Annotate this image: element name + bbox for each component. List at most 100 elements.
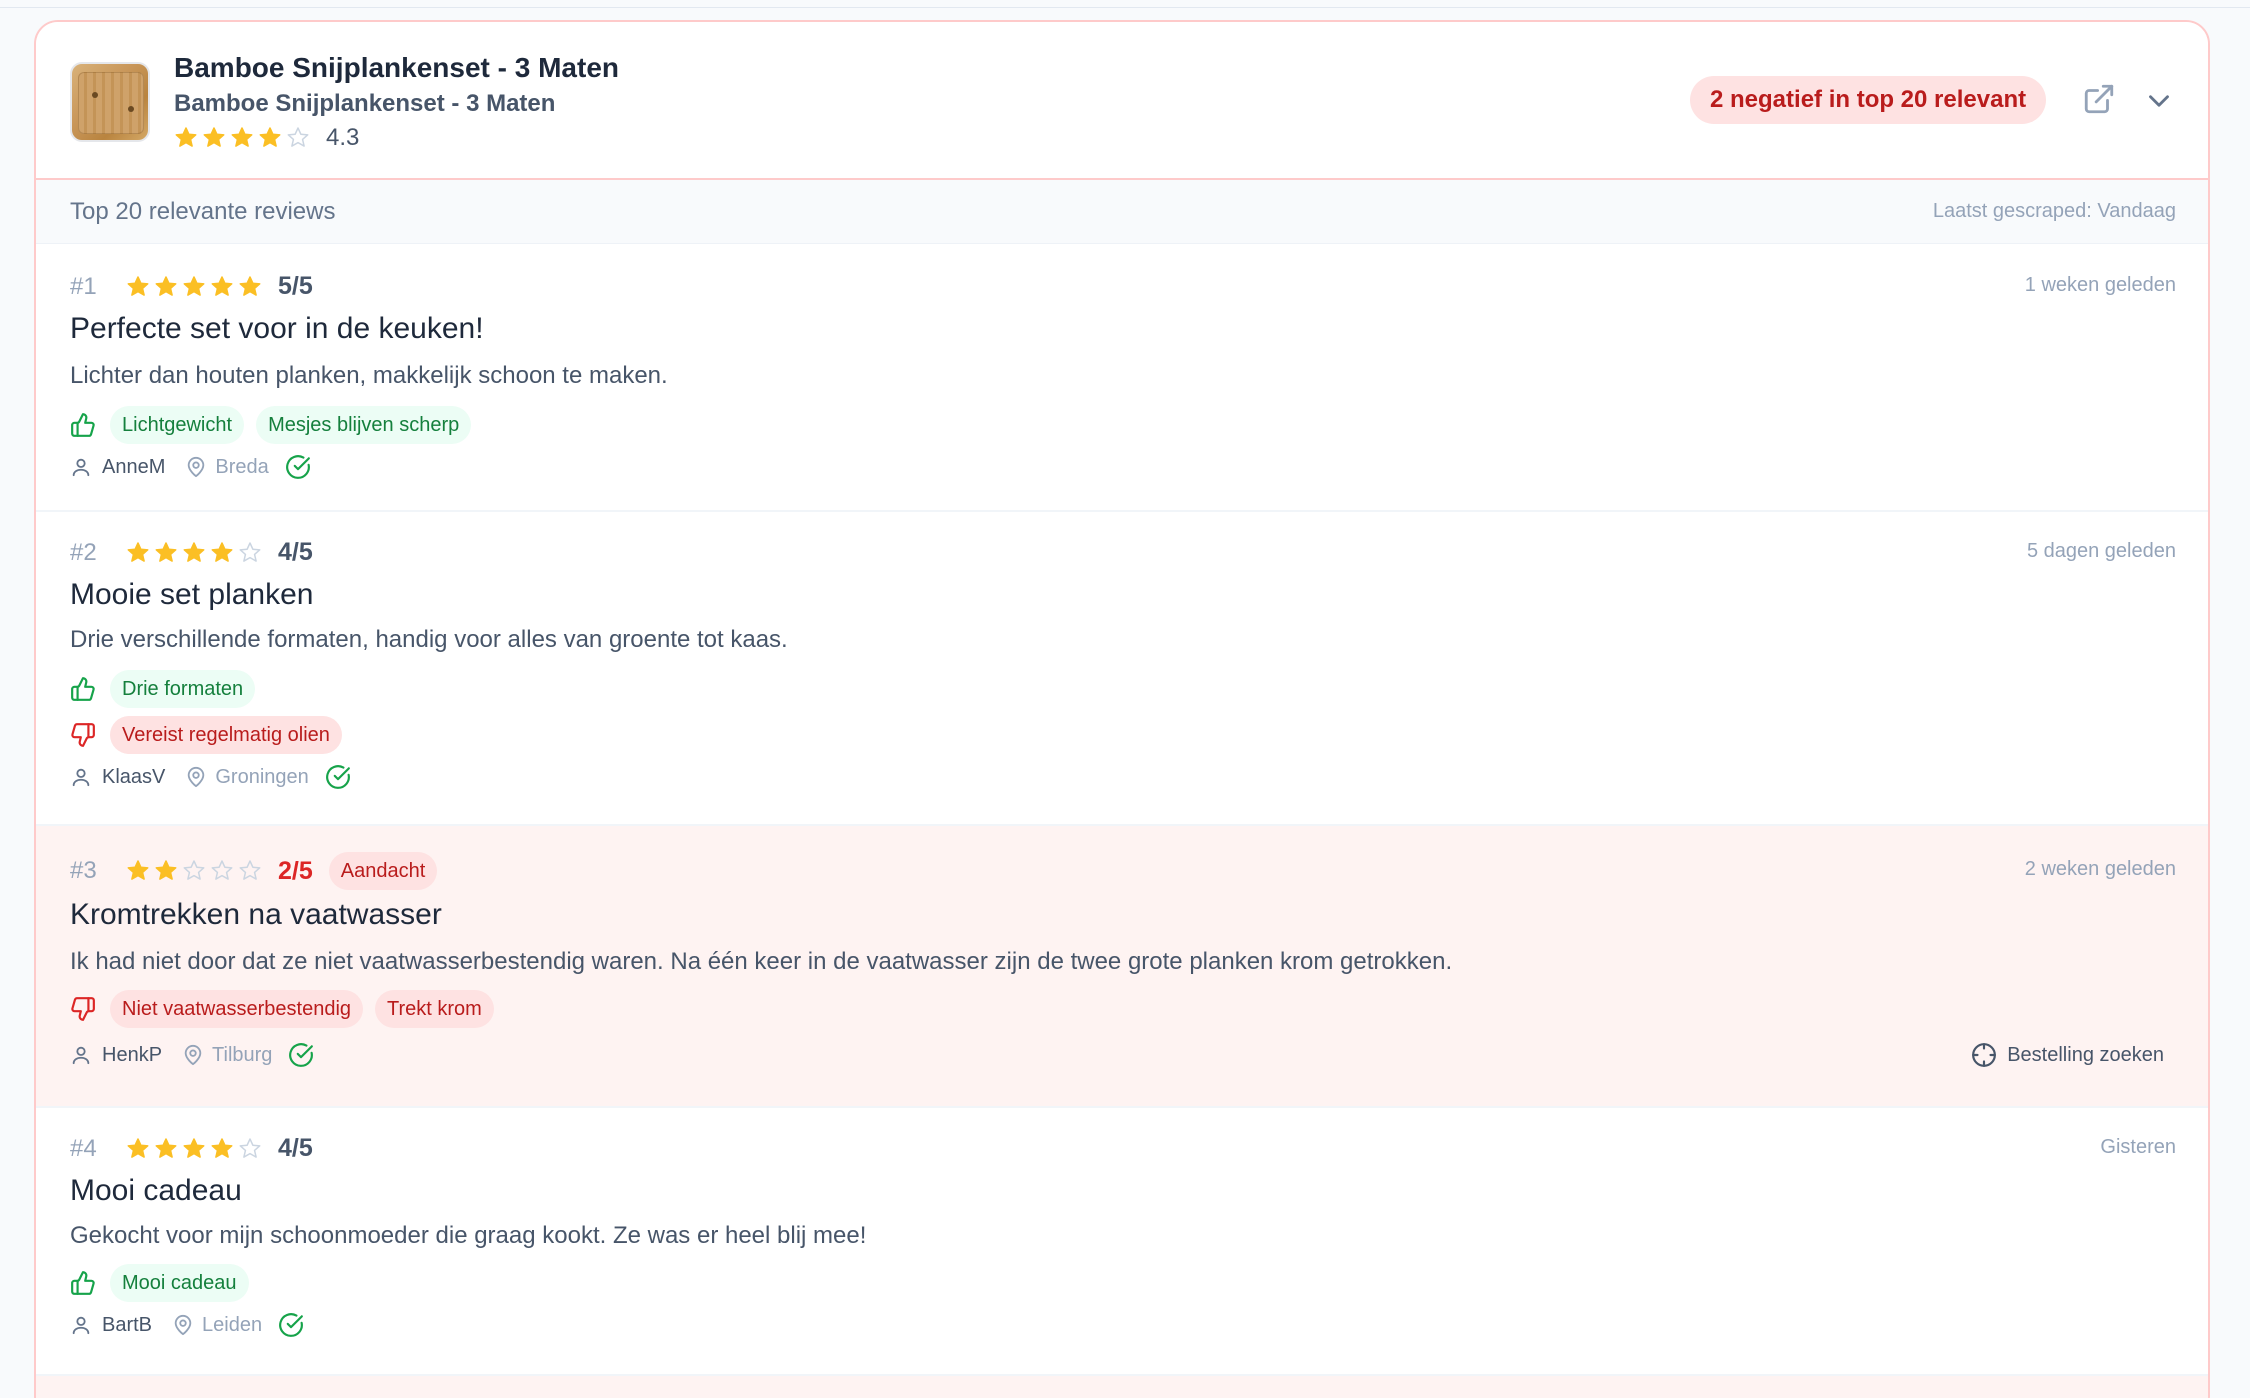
cons-row: Vereist regelmatig olien (70, 716, 342, 754)
review-time: Gisteren (2100, 1136, 2176, 1158)
reviews-section-title: Top 20 relevante reviews (70, 198, 336, 225)
review-item: #4 4/5 Gisteren Mooi cadeau Gekocht voor… (36, 1108, 2208, 1376)
star-filled-icon (127, 275, 149, 296)
star-empty-icon (239, 1137, 261, 1158)
review-meta: BartB Leiden (70, 1312, 304, 1338)
product-subtitle: Bamboe Snijplankenset - 3 Maten (174, 90, 556, 117)
review-score: 4/5 (278, 1134, 313, 1162)
verified-check-icon (289, 1043, 314, 1067)
review-location: Breda (215, 455, 269, 478)
star-filled-icon (183, 541, 205, 562)
thumbs-down-icon (71, 997, 95, 1021)
pros-row: Mooi cadeau (70, 1264, 249, 1302)
user-icon (72, 458, 90, 477)
product-rating-value: 4.3 (326, 124, 360, 151)
review-time: 2 weken geleden (2024, 858, 2176, 880)
product-stars (174, 126, 310, 150)
board-hole (128, 106, 134, 112)
verified-check-icon (285, 455, 310, 479)
find-order-button[interactable]: Bestelling zoeken (1971, 1042, 2164, 1068)
negative-count-badge: 2 negatief in top 20 relevant (1690, 76, 2047, 124)
user-icon (72, 1046, 90, 1065)
review-title: Mooi cadeau (70, 1174, 242, 1207)
find-order-label: Bestelling zoeken (2007, 1043, 2164, 1066)
review-meta: AnneM Breda (70, 454, 311, 480)
last-scraped-label: Laatst gescraped: Vandaag (1932, 200, 2176, 222)
review-author: KlaasV (102, 765, 166, 788)
review-rank: #3 (70, 857, 97, 884)
review-stars (126, 859, 262, 883)
pro-tag: Mooi cadeau (110, 1264, 249, 1302)
review-meta: HenkP Tilburg (70, 1042, 314, 1068)
review-header: #4 4/5 (70, 1134, 313, 1163)
star-filled-icon (127, 541, 149, 562)
top-divider (0, 0, 2250, 8)
review-meta: KlaasV Groningen (70, 764, 351, 790)
verified-check-icon (325, 765, 350, 789)
external-link-icon[interactable] (2082, 82, 2116, 116)
star-filled-icon (127, 1137, 149, 1158)
review-stars (126, 541, 262, 565)
star-empty-icon (287, 127, 309, 147)
crosshair-icon (1972, 1043, 1997, 1067)
star-filled-icon (155, 275, 177, 296)
star-filled-icon (127, 860, 149, 880)
thumbs-up-icon (71, 1271, 95, 1295)
star-empty-icon (211, 860, 233, 880)
attention-badge: Aandacht (328, 852, 438, 890)
review-body: Ik had niet door dat ze niet vaatwasserb… (70, 948, 1453, 975)
review-author: AnneM (102, 455, 166, 478)
pros-row: Drie formaten (70, 670, 256, 708)
review-header: #3 2/5 Aandacht (70, 852, 438, 890)
star-filled-icon (183, 275, 205, 296)
star-filled-icon (155, 1137, 177, 1158)
chevron-down-icon[interactable] (2142, 84, 2176, 118)
pro-tag: Lichtgewicht (110, 406, 245, 444)
review-title: Mooie set planken (70, 578, 314, 611)
review-item-flagged (36, 1376, 2208, 1398)
review-body: Drie verschillende formaten, handig voor… (70, 626, 788, 653)
review-score: 4/5 (278, 538, 313, 566)
con-tag: Niet vaatwasserbestendig (110, 990, 364, 1028)
review-author: HenkP (102, 1043, 163, 1066)
review-header: #2 4/5 (70, 538, 313, 567)
review-rank: #2 (70, 538, 97, 566)
verified-check-icon (279, 1313, 304, 1337)
star-filled-icon (155, 541, 177, 562)
cons-row: Niet vaatwasserbestendig Trekt krom (70, 990, 494, 1028)
board-hole (92, 92, 98, 98)
product-title: Bamboe Snijplankenset - 3 Maten (174, 52, 619, 83)
review-stars (126, 1137, 262, 1161)
star-empty-icon (239, 860, 261, 880)
con-tag: Vereist regelmatig olien (110, 716, 342, 754)
review-item: #1 5/5 1 weken geleden Perfecte set voor… (36, 244, 2208, 512)
thumbs-up-icon (71, 677, 95, 701)
product-header[interactable]: Bamboe Snijplankenset - 3 Maten Bamboe S… (36, 22, 2208, 180)
review-rank: #4 (70, 1134, 97, 1162)
review-title: Kromtrekken na vaatwasser (70, 898, 442, 931)
pro-tag: Drie formaten (110, 670, 256, 708)
review-header: #1 5/5 (70, 272, 313, 301)
map-pin-icon (188, 456, 205, 478)
star-filled-icon (211, 541, 233, 562)
con-tag: Trekt krom (375, 990, 494, 1028)
review-time: 1 weken geleden (2024, 274, 2176, 296)
review-author: BartB (102, 1313, 153, 1336)
pros-row: Lichtgewicht Mesjes blijven scherp (70, 406, 472, 444)
star-filled-icon (211, 1137, 233, 1158)
cutting-board-image (78, 72, 144, 134)
review-time: 5 dagen geleden (2026, 540, 2176, 562)
review-location: Tilburg (212, 1043, 273, 1066)
product-rating: 4.3 (174, 124, 359, 152)
star-filled-icon (183, 1137, 205, 1158)
review-body: Lichter dan houten planken, makkelijk sc… (70, 362, 668, 389)
star-filled-icon (203, 127, 225, 147)
thumbs-up-icon (71, 413, 95, 437)
star-filled-icon (211, 275, 233, 296)
review-item: #2 4/5 5 dagen geleden Mooie set planken… (36, 512, 2208, 826)
review-location: Groningen (215, 765, 309, 788)
review-location: Leiden (202, 1313, 263, 1336)
review-item-flagged: #3 2/5 Aandacht 2 weken geleden Kromtrek… (36, 826, 2208, 1108)
star-filled-icon (239, 275, 261, 296)
review-title: Perfecte set voor in de keuken! (70, 312, 484, 345)
